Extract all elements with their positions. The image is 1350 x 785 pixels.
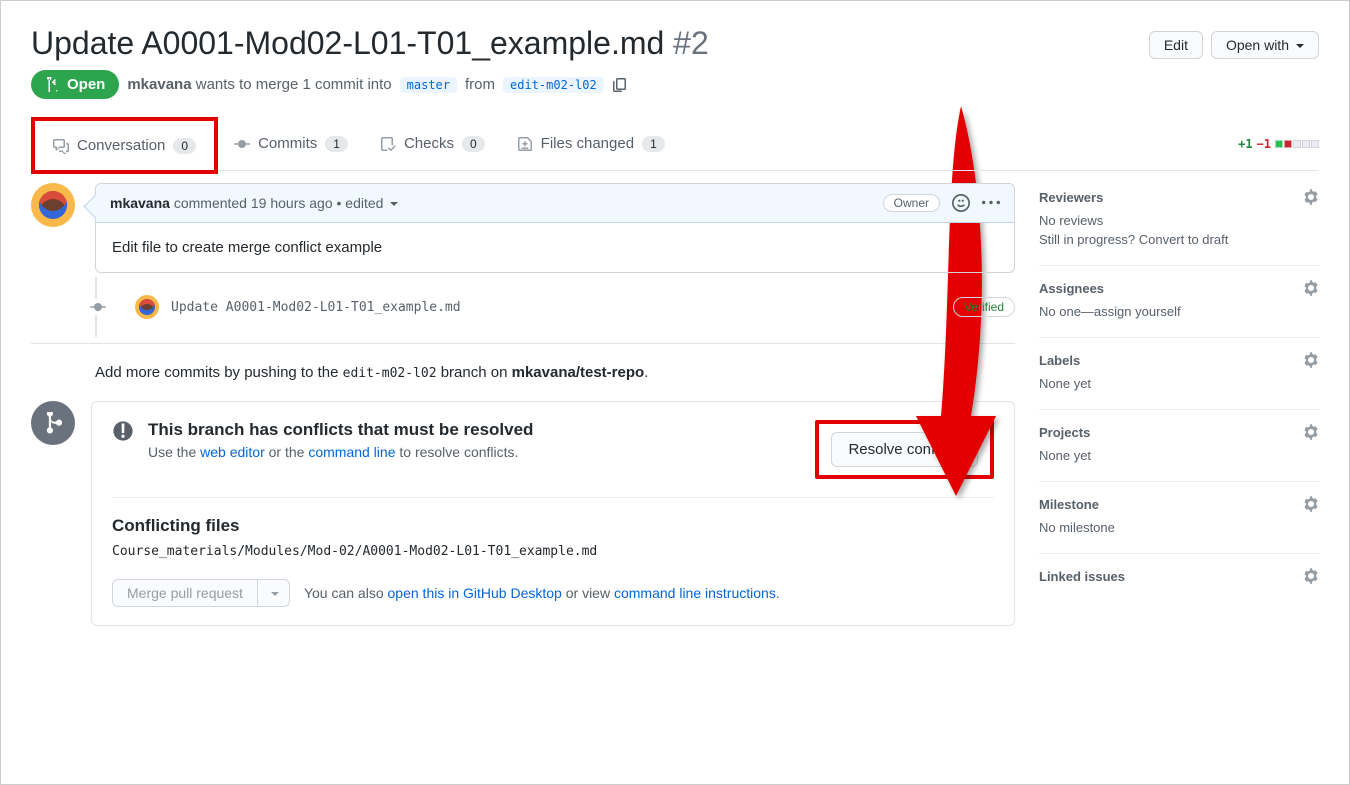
linked-issues-gear-icon[interactable] — [1303, 568, 1319, 584]
labels-heading: Labels — [1039, 353, 1080, 368]
commit-message[interactable]: Update A0001-Mod02-L01-T01_example.md — [171, 300, 461, 315]
linked-issues-heading: Linked issues — [1039, 569, 1125, 584]
comment-discussion-icon — [53, 138, 69, 154]
tab-commits[interactable]: Commits 1 — [218, 123, 364, 164]
chevron-down-icon — [1293, 37, 1304, 53]
diffstat: +1 −1 — [1238, 137, 1319, 151]
merge-pr-button[interactable]: Merge pull request — [112, 579, 258, 607]
comment-timestamp[interactable]: 19 hours ago — [251, 195, 333, 211]
git-merge-icon — [42, 412, 64, 434]
edit-button[interactable]: Edit — [1149, 31, 1203, 59]
git-commit-icon — [90, 299, 106, 315]
commit-author-avatar[interactable] — [135, 295, 159, 319]
conflicting-files-title: Conflicting files — [112, 516, 994, 536]
push-more-commits-note: Add more commits by pushing to the edit-… — [95, 364, 1015, 381]
merge-status-icon — [31, 401, 75, 445]
projects-heading: Projects — [1039, 425, 1090, 440]
edited-history-caret[interactable] — [387, 195, 398, 211]
tab-conversation[interactable]: Conversation 0 — [37, 125, 212, 166]
web-editor-link[interactable]: web editor — [200, 444, 265, 460]
pr-number: #2 — [673, 25, 709, 61]
owner-badge: Owner — [883, 194, 940, 212]
kebab-icon[interactable] — [982, 194, 1000, 212]
milestone-heading: Milestone — [1039, 497, 1099, 512]
alert-icon — [112, 420, 134, 442]
tab-files-changed[interactable]: Files changed 1 — [501, 123, 681, 164]
git-pull-request-icon — [45, 77, 61, 93]
smiley-icon[interactable] — [952, 194, 970, 212]
reviewers-gear-icon[interactable] — [1303, 189, 1319, 205]
checklist-icon — [380, 136, 396, 152]
pr-title: Update A0001-Mod02-L01-T01_example.md #2 — [31, 25, 709, 62]
head-branch-pill[interactable]: edit-m02-l02 — [503, 77, 604, 93]
file-diff-icon — [517, 136, 533, 152]
merge-alt-note: You can also open this in GitHub Desktop… — [304, 585, 780, 601]
author-avatar[interactable] — [31, 183, 75, 227]
commit-row: Update A0001-Mod02-L01-T01_example.md Ve… — [95, 277, 1015, 337]
merge-pr-caret[interactable] — [258, 579, 290, 607]
milestone-gear-icon[interactable] — [1303, 496, 1319, 512]
pr-author[interactable]: mkavana — [127, 76, 191, 93]
projects-gear-icon[interactable] — [1303, 424, 1319, 440]
reviewers-heading: Reviewers — [1039, 190, 1103, 205]
labels-gear-icon[interactable] — [1303, 352, 1319, 368]
state-badge-open: Open — [31, 70, 119, 99]
open-desktop-link[interactable]: open this in GitHub Desktop — [388, 585, 562, 601]
merge-panel: This branch has conflicts that must be r… — [91, 401, 1015, 626]
conflicting-file-path: Course_materials/Modules/Mod-02/A0001-Mo… — [112, 544, 994, 559]
pr-description-comment: mkavana commented 19 hours ago • edited … — [95, 183, 1015, 273]
command-line-link[interactable]: command line — [308, 444, 395, 460]
base-branch-pill[interactable]: master — [400, 77, 457, 93]
resolve-conflicts-button[interactable]: Resolve conflicts — [831, 432, 978, 467]
cli-instructions-link[interactable]: command line instructions — [614, 585, 776, 601]
comment-author[interactable]: mkavana — [110, 195, 170, 211]
verified-badge[interactable]: Verified — [953, 297, 1015, 317]
assignees-gear-icon[interactable] — [1303, 280, 1319, 296]
comment-body: Edit file to create merge conflict examp… — [96, 223, 1014, 272]
open-with-button[interactable]: Open with — [1211, 31, 1319, 59]
tab-checks[interactable]: Checks 0 — [364, 123, 501, 164]
assign-yourself-link[interactable]: assign yourself — [1094, 304, 1181, 319]
tabs-row: Conversation 0 Commits 1 Checks 0 Files … — [31, 117, 1319, 171]
assignees-heading: Assignees — [1039, 281, 1104, 296]
git-commit-icon — [234, 136, 250, 152]
conflict-hint: Use the web editor or the command line t… — [148, 444, 533, 460]
conflict-title: This branch has conflicts that must be r… — [148, 420, 533, 440]
convert-to-draft-link[interactable]: Convert to draft — [1139, 232, 1229, 247]
copy-icon[interactable] — [612, 77, 628, 93]
